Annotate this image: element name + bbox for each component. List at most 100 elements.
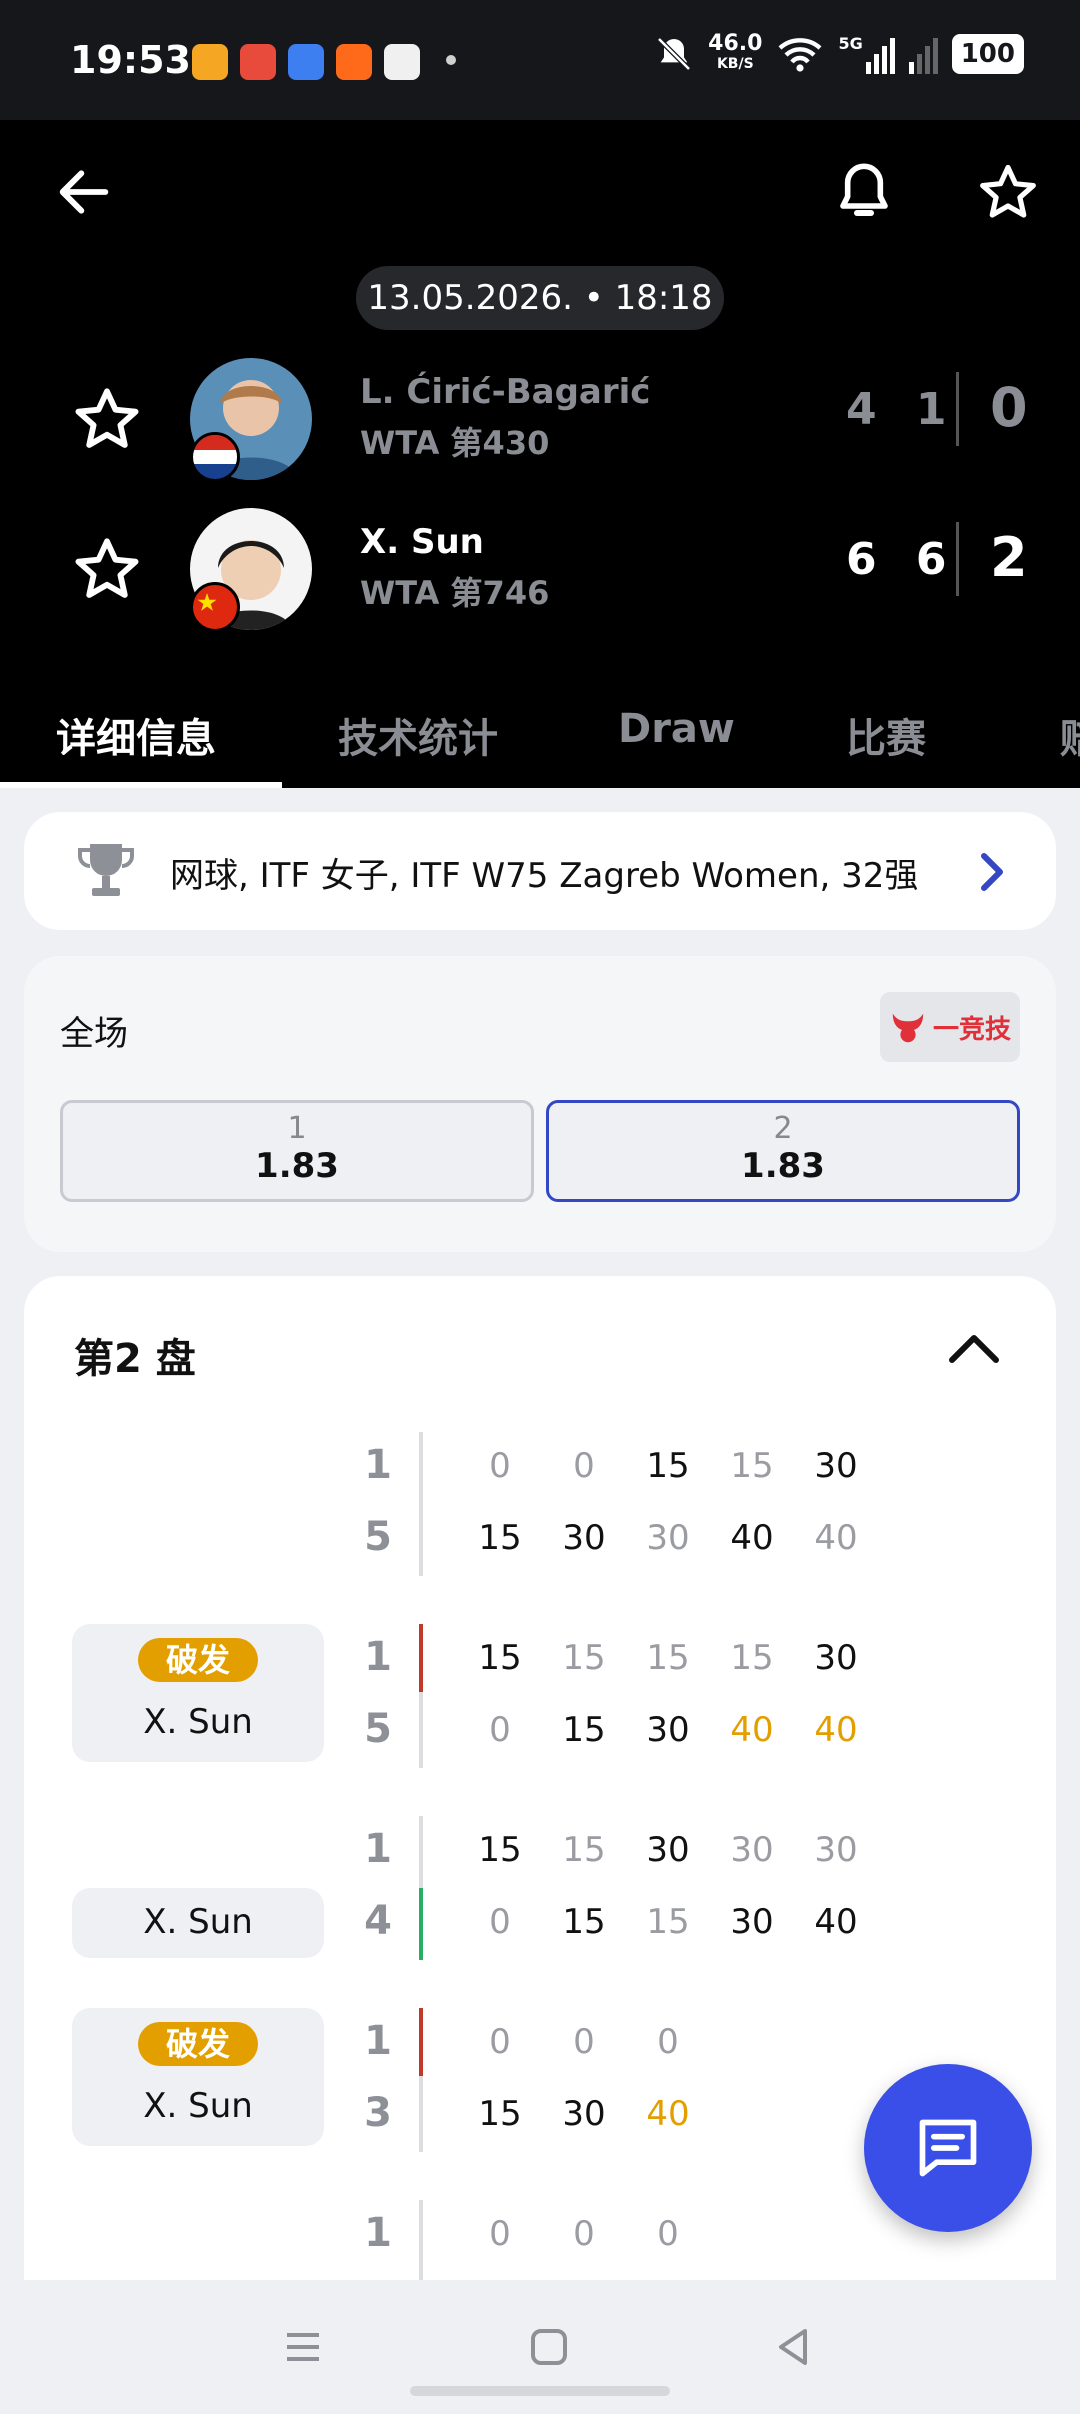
match-header: 13.05.2026. • 18:18 L. Ćirić-Bagarić WTA… xyxy=(0,120,1080,788)
odds-option-1[interactable]: 1 1.83 xyxy=(60,1100,534,1202)
point-score: 30 xyxy=(730,1902,774,1942)
game-score-bottom: 5 xyxy=(364,1706,392,1752)
bookmaker-logo[interactable]: 一竞技 xyxy=(880,992,1020,1062)
point-score: 0 xyxy=(489,1446,511,1486)
game-row: 破发 X. Sun 1 5 15 15 15 15 30 0 15 30 40 40 xyxy=(24,1624,1056,1768)
tab-draw[interactable]: Draw xyxy=(618,706,735,752)
point-score: 15 xyxy=(478,1518,522,1558)
point-score: 0 xyxy=(489,2214,511,2254)
china-flag-icon xyxy=(190,582,240,632)
game-score-top: 1 xyxy=(364,1634,392,1680)
point-score: 30 xyxy=(646,1518,690,1558)
tab-details[interactable]: 详细信息 xyxy=(56,706,216,764)
notification-dot xyxy=(446,55,456,65)
game-winner-tag: 破发 X. Sun xyxy=(72,1624,324,1762)
set-title: 第2 盘 xyxy=(74,1336,196,1382)
back-arrow-icon xyxy=(59,170,109,214)
favorite-player-star-icon[interactable] xyxy=(72,534,142,604)
nav-back-button[interactable] xyxy=(760,2314,826,2380)
point-score: 40 xyxy=(730,1710,774,1750)
gesture-handle xyxy=(410,2386,670,2396)
point-score: 30 xyxy=(646,1830,690,1870)
bull-logo-icon xyxy=(892,1013,924,1043)
tab-matches[interactable]: 比赛 xyxy=(846,706,926,764)
point-score: 0 xyxy=(489,1902,511,1942)
player-row-2: X. Sun WTA 第746 6 6 2 xyxy=(0,504,1080,634)
point-score: 15 xyxy=(562,1710,606,1750)
player-2-sets: 2 xyxy=(990,526,1028,589)
game-winner-name: X. Sun xyxy=(143,1702,253,1742)
point-score: 40 xyxy=(814,1710,858,1750)
player-2-name: X. Sun xyxy=(360,522,484,562)
status-indicators: 46.0 KB/S 5G 100 xyxy=(654,31,1024,74)
player-2-games: 6 6 xyxy=(846,534,959,585)
favorite-match-button[interactable] xyxy=(968,152,1048,232)
player-row-1: L. Ćirić-Bagarić WTA 第430 4 1 0 xyxy=(0,354,1080,484)
notification-button[interactable] xyxy=(824,152,904,232)
chat-fab-button[interactable] xyxy=(864,2064,1032,2232)
point-score: 40 xyxy=(730,1518,774,1558)
cell-signal-5g: 5G xyxy=(838,34,895,74)
point-score: 15 xyxy=(646,1638,690,1678)
game-row: 1 5 0 0 15 15 30 15 30 30 40 40 xyxy=(24,1432,1056,1576)
back-button[interactable] xyxy=(44,152,124,232)
point-score: 30 xyxy=(730,1830,774,1870)
system-nav-bar xyxy=(0,2280,1080,2414)
point-score: 15 xyxy=(478,2094,522,2134)
croatia-flag-icon xyxy=(190,432,240,482)
point-score: 15 xyxy=(562,1902,606,1942)
back-triangle-icon xyxy=(779,2329,807,2365)
point-score: 30 xyxy=(562,1518,606,1558)
server-marker xyxy=(419,1888,423,1960)
tab-odds[interactable]: 赔 xyxy=(1060,706,1080,764)
server-marker xyxy=(419,1624,423,1692)
point-score: 15 xyxy=(562,1830,606,1870)
net-speed: 46.0 KB/S xyxy=(708,31,763,73)
game-score-top: 1 xyxy=(364,1826,392,1872)
point-score: 0 xyxy=(489,1710,511,1750)
game-score-top: 1 xyxy=(364,2210,392,2256)
point-score: 30 xyxy=(562,2094,606,2134)
taobao-icon xyxy=(336,44,372,80)
point-score: 30 xyxy=(646,1710,690,1750)
score-separator xyxy=(956,522,959,596)
bell-icon xyxy=(840,163,888,217)
chevron-right-icon xyxy=(981,853,1003,891)
point-score: 30 xyxy=(814,1830,858,1870)
star-icon xyxy=(980,164,1036,218)
nav-menu-button[interactable] xyxy=(270,2314,336,2380)
wifi-icon xyxy=(778,38,822,72)
break-badge: 破发 xyxy=(138,1638,258,1682)
home-square-icon xyxy=(531,2329,567,2365)
game-winner-name: X. Sun xyxy=(143,1902,253,1942)
point-score: 0 xyxy=(657,2214,679,2254)
game-row: X. Sun 1 4 15 15 30 30 30 0 15 15 30 40 xyxy=(24,1816,1056,1960)
tournament-link[interactable]: 网球, ITF 女子, ITF W75 Zagreb Women, 32强 xyxy=(24,812,1056,930)
battery-indicator: 100 xyxy=(951,34,1024,74)
chevron-up-icon[interactable] xyxy=(946,1328,1002,1368)
point-score: 0 xyxy=(573,2214,595,2254)
point-score: 40 xyxy=(814,1518,858,1558)
tab-stats[interactable]: 技术统计 xyxy=(338,706,498,764)
player-1-sets: 0 xyxy=(990,376,1028,439)
game-winner-tag: 破发 X. Sun xyxy=(72,2008,324,2146)
game-score-top: 1 xyxy=(364,2018,392,2064)
match-datetime: 13.05.2026. • 18:18 xyxy=(356,266,724,330)
point-score: 15 xyxy=(646,1446,690,1486)
player-1-rank: WTA 第430 xyxy=(360,424,550,462)
odds-option-2[interactable]: 2 1.83 xyxy=(546,1100,1020,1202)
oppo-icon xyxy=(384,44,420,80)
point-score: 15 xyxy=(730,1446,774,1486)
game-divider xyxy=(419,1432,423,1576)
player-1-name: L. Ćirić-Bagarić xyxy=(360,372,651,412)
player-2-rank: WTA 第746 xyxy=(360,574,550,612)
cell-signal-2-icon xyxy=(908,34,938,74)
favorite-player-star-icon[interactable] xyxy=(72,384,142,454)
game-score-bottom: 5 xyxy=(364,1514,392,1560)
trophy-icon xyxy=(78,844,134,896)
game-score-top: 1 xyxy=(364,1442,392,1488)
odds-title: 全场 xyxy=(60,1014,128,1054)
mute-bell-icon xyxy=(657,37,691,71)
point-score: 15 xyxy=(562,1638,606,1678)
nav-home-button[interactable] xyxy=(516,2314,582,2380)
